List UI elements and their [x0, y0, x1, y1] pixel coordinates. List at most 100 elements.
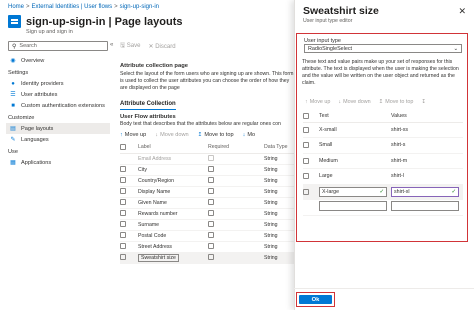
table-row[interactable]: Street Address String	[120, 241, 298, 253]
sidebar-item-page-layouts[interactable]: ▤ Page layouts	[6, 123, 110, 134]
sidebar-item-applications[interactable]: ▦ Applications	[6, 157, 110, 168]
search-icon: ⚲	[12, 43, 17, 50]
row-text[interactable]: X-small	[319, 122, 391, 138]
required-checkbox[interactable]	[208, 210, 214, 217]
main-content: Attribute collection page Select the lay…	[120, 54, 298, 264]
row-checkbox[interactable]	[120, 177, 126, 184]
column-label: Label	[138, 142, 208, 154]
row-value-input[interactable]: shirt-xl ✓	[391, 186, 459, 197]
arrow-down-icon: ↓	[338, 99, 342, 105]
save-icon: 🖫	[120, 43, 126, 49]
select-all-checkbox[interactable]	[120, 144, 126, 151]
row-checkbox[interactable]	[303, 157, 309, 164]
sidebar-item-languages[interactable]: ✎ Languages	[6, 134, 110, 145]
ok-button[interactable]: Ok	[299, 295, 332, 304]
collapse-nav-icon[interactable]: «	[110, 42, 113, 48]
row-data-type: String	[264, 208, 298, 220]
row-text[interactable]: Medium	[319, 153, 391, 169]
table-row[interactable]: Email Address String	[120, 153, 298, 165]
row-data-type: String	[264, 164, 298, 176]
save-button[interactable]: 🖫 Save	[120, 41, 140, 51]
row-label: Surname	[138, 219, 208, 231]
table-row[interactable]: Surname String	[120, 219, 298, 231]
row-checkbox[interactable]	[120, 188, 126, 195]
value-row-new[interactable]	[303, 199, 463, 216]
required-checkbox[interactable]	[208, 155, 214, 162]
sidebar-item-custom-auth[interactable]: ■ Custom authentication extensions	[6, 100, 110, 111]
row-text[interactable]: Large	[319, 168, 391, 185]
required-checkbox[interactable]	[208, 166, 214, 173]
row-text-input[interactable]: X-large ✓	[319, 186, 387, 197]
close-icon[interactable]: ✕	[458, 6, 466, 17]
table-row[interactable]: Country/Region String	[120, 175, 298, 187]
new-text-input[interactable]	[319, 201, 387, 212]
panel-move-up-button[interactable]: ↑ Move up	[305, 99, 330, 105]
breadcrumb-user-flows[interactable]: External Identities | User flows	[32, 4, 113, 10]
new-value-input[interactable]	[391, 201, 459, 212]
required-checkbox[interactable]	[208, 254, 214, 261]
select-all-checkbox[interactable]	[303, 112, 309, 119]
value-row[interactable]: Large shirt-l	[303, 168, 463, 185]
required-checkbox[interactable]	[208, 188, 214, 195]
value-row-editing[interactable]: X-large ✓ shirt-xl ✓	[303, 184, 463, 200]
row-checkbox[interactable]	[120, 243, 126, 250]
required-checkbox[interactable]	[208, 243, 214, 250]
row-value[interactable]: shirt-s	[391, 137, 463, 154]
row-value[interactable]: shirt-m	[391, 153, 463, 169]
panel-title: Sweatshirt size	[303, 5, 379, 17]
move-down-button[interactable]: ↓ Move down	[155, 132, 188, 138]
required-checkbox[interactable]	[208, 232, 214, 239]
breadcrumb-current[interactable]: sign-up-sign-in	[120, 4, 159, 10]
panel-move-to-top-button[interactable]: ↥ Move to top	[379, 99, 414, 105]
required-checkbox[interactable]	[208, 221, 214, 228]
table-row[interactable]: Display Name String	[120, 186, 298, 198]
table-row[interactable]: Given Name String	[120, 197, 298, 209]
discard-button[interactable]: ✕ Discard	[148, 43, 175, 50]
move-to-button[interactable]: ↓ Mo	[243, 132, 256, 138]
row-text[interactable]: Small	[319, 137, 391, 154]
row-checkbox[interactable]	[303, 126, 309, 133]
move-up-button[interactable]: ↑ Move up	[120, 132, 146, 138]
table-row[interactable]: City String	[120, 164, 298, 176]
required-checkbox[interactable]	[208, 199, 214, 206]
row-checkbox[interactable]	[120, 166, 126, 173]
required-checkbox[interactable]	[208, 177, 214, 184]
row-checkbox[interactable]	[120, 232, 126, 239]
sidebar-item-identity-providers[interactable]: ● Identity providers	[6, 78, 110, 89]
value-row[interactable]: X-small shirt-xs	[303, 122, 463, 138]
row-label: City	[138, 164, 208, 176]
row-checkbox[interactable]	[120, 210, 126, 217]
input-type-dropdown[interactable]: RadioSingleSelect ⌄	[304, 44, 462, 53]
user-flow-icon	[8, 15, 21, 28]
sidebar-item-label: Page layouts	[21, 125, 54, 132]
panel-move-down-button[interactable]: ↓ Move down	[338, 99, 370, 105]
row-checkbox[interactable]	[120, 254, 126, 261]
table-row-selected[interactable]: Sweatshirt size String	[120, 252, 298, 264]
search-placeholder: Search	[19, 43, 37, 49]
row-label[interactable]: Sweatshirt size	[138, 253, 179, 262]
tab-attribute-collection[interactable]: Attribute Collection	[120, 101, 176, 110]
row-checkbox[interactable]	[120, 199, 126, 206]
value-row[interactable]: Medium shirt-m	[303, 153, 463, 169]
row-value[interactable]: shirt-xs	[391, 122, 463, 138]
row-checkbox[interactable]	[303, 173, 309, 180]
row-value[interactable]: shirt-l	[391, 168, 463, 185]
search-input[interactable]: ⚲ Search	[8, 41, 108, 51]
row-checkbox[interactable]	[303, 188, 309, 195]
panel-move-to-bottom-button[interactable]: ↧	[421, 99, 428, 105]
table-row[interactable]: Rewards number String	[120, 208, 298, 220]
table-row[interactable]: Postal Code String	[120, 230, 298, 242]
close-icon: ✕	[148, 43, 154, 50]
row-label: Display Name	[138, 186, 208, 198]
column-values: Values	[391, 110, 463, 123]
move-to-top-button[interactable]: ↥ Move to top	[198, 132, 234, 138]
value-row[interactable]: Small shirt-s	[303, 137, 463, 154]
sidebar-item-user-attributes[interactable]: ☰ User attributes	[6, 89, 110, 100]
check-icon: ✓	[451, 188, 456, 195]
arrow-down-icon: ↓	[155, 132, 159, 138]
row-checkbox[interactable]	[120, 221, 126, 228]
row-checkbox[interactable]	[303, 142, 309, 149]
sidebar-item-overview[interactable]: ◉ Overview	[6, 55, 110, 66]
breadcrumb-home[interactable]: Home	[8, 4, 24, 10]
panel-toolbar: ↑ Move up ↓ Move down ↥ Move to top ↧	[305, 99, 428, 105]
